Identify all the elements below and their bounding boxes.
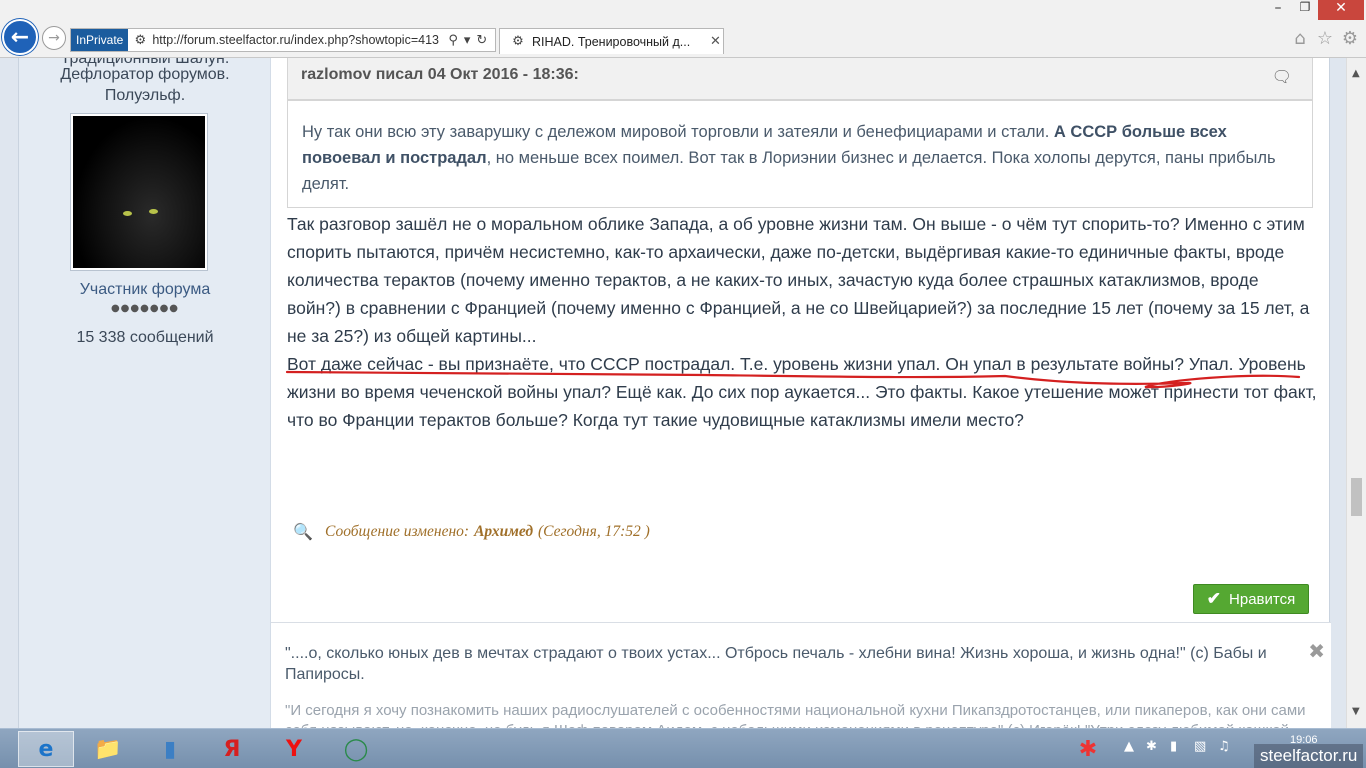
maximize-icon[interactable]: ❐ — [1292, 0, 1318, 20]
favorites-icon[interactable]: ☆ — [1314, 28, 1336, 50]
tab-title: RIHAD. Тренировочный д... — [532, 34, 691, 49]
quote-text-before: Ну так они всю эту заварушку с дележом м… — [302, 123, 1054, 141]
underline-stroke — [285, 370, 1301, 389]
back-icon[interactable]: ← — [2, 19, 38, 55]
yandex-browser-icon[interactable]: Я — [204, 731, 260, 767]
search-icon[interactable]: ⚲ — [448, 33, 458, 48]
minimize-icon[interactable]: – — [1265, 0, 1291, 20]
signature: "....о, сколько юных дев в мечтах страда… — [271, 622, 1331, 728]
signature-main: "....о, сколько юных дев в мечтах страда… — [285, 645, 1267, 683]
internet-explorer-icon[interactable]: e — [18, 731, 74, 767]
bluetooth-icon[interactable]: ✱ — [1146, 739, 1157, 754]
cat-eye-right — [149, 209, 158, 214]
comments-icon[interactable]: 🗨 — [1272, 67, 1292, 86]
cat-eye-left — [123, 211, 132, 216]
edit-note: 🔍 Сообщение изменено: Архимед (Сегодня, … — [293, 522, 650, 542]
close-icon[interactable]: ✖ — [1308, 639, 1325, 663]
quote-header: razlomov писал 04 Окт 2016 - 18:36: 🗨 — [287, 58, 1313, 100]
address-bar[interactable]: InPrivate ⚙ http://forum.steelfactor.ru/… — [70, 28, 496, 52]
page-viewport: Традиционный Шалун. Дефлоратор форумов. … — [0, 58, 1346, 728]
watermark: steelfactor.ru — [1254, 744, 1364, 768]
post-paragraph-1: Так разговор зашёл не о моральном облике… — [287, 214, 1310, 346]
post-text: Так разговор зашёл не о моральном облике… — [287, 210, 1317, 434]
like-button[interactable]: ✔ Нравится — [1193, 584, 1309, 614]
file-explorer-icon[interactable]: 📁 — [80, 731, 136, 767]
quote-cite: razlomov писал 04 Окт 2016 - 18:36: — [301, 66, 579, 83]
device-icon[interactable]: ▮ — [1170, 739, 1177, 754]
edit-prefix: Сообщение изменено: — [325, 523, 470, 540]
signature-extra: "И сегодня я хочу познакомить наших ради… — [285, 702, 1306, 728]
dropdown-icon[interactable]: ▾ — [464, 33, 471, 48]
member-rank-pips: ●●●●●●● — [110, 303, 180, 314]
app-icon[interactable]: ◯ — [328, 731, 384, 767]
scroll-up-icon[interactable]: ▲ — [1352, 68, 1360, 79]
close-icon[interactable]: ✕ — [1318, 0, 1364, 20]
author-title-line2: Дефлоратор форумов. — [60, 66, 230, 83]
tab-close-icon[interactable]: ✕ — [710, 34, 721, 49]
tray-app-icon[interactable]: ✱ — [1060, 731, 1116, 767]
handwritten-underline — [285, 370, 1301, 389]
url-input[interactable]: http://forum.steelfactor.ru/index.php?sh… — [152, 33, 442, 47]
forum-post: Традиционный Шалун. Дефлоратор форумов. … — [18, 58, 1331, 728]
quote-body: Ну так они всю эту заварушку с дележом м… — [287, 100, 1313, 208]
scrollbar[interactable]: ▲ ▼ — [1346, 58, 1366, 728]
volume-icon[interactable]: ♫ — [1218, 739, 1230, 754]
browser-chrome: ← → InPrivate ⚙ http://forum.steelfactor… — [0, 0, 1366, 58]
edit-search-icon: 🔍 — [293, 524, 313, 541]
checkmark-icon: ✔ — [1206, 589, 1222, 608]
avatar-image — [73, 116, 205, 268]
yandex-icon[interactable]: Y — [266, 731, 322, 767]
author-title-line3: Полуэльф. — [104, 87, 186, 104]
taskbar: e 📁 ▮ Я Y ◯ ✱ ▲ ✱ ▮ ▧ ♫ 19:06 — [0, 728, 1366, 768]
member-group: Участник форума — [79, 281, 211, 298]
tray-expand-icon[interactable]: ▲ — [1124, 739, 1134, 754]
tab-favicon-icon: ⚙ — [512, 34, 524, 49]
refresh-icon[interactable]: ↻ — [476, 33, 487, 48]
forward-icon[interactable]: → — [42, 26, 66, 50]
network-icon[interactable]: ▧ — [1194, 739, 1206, 754]
edit-time: (Сегодня, 17:52 ) — [538, 523, 650, 540]
member-post-count: 15 338 сообщений — [76, 329, 214, 346]
home-icon[interactable]: ⌂ — [1289, 28, 1311, 50]
edit-user-link[interactable]: Архимед — [474, 523, 533, 541]
avatar[interactable] — [70, 113, 208, 271]
notebook-icon[interactable]: ▮ — [142, 731, 198, 767]
scroll-down-icon[interactable]: ▼ — [1352, 706, 1360, 717]
settings-icon[interactable]: ⚙ — [1339, 28, 1361, 50]
like-label: Нравится — [1229, 590, 1296, 608]
inprivate-badge: InPrivate — [71, 29, 129, 51]
author-column: Традиционный Шалун. Дефлоратор форумов. … — [19, 58, 271, 728]
site-favicon-icon: ⚙ — [134, 32, 147, 48]
scroll-thumb[interactable] — [1351, 478, 1362, 516]
tab-active[interactable]: ⚙ RIHAD. Тренировочный д... ✕ — [499, 28, 724, 54]
